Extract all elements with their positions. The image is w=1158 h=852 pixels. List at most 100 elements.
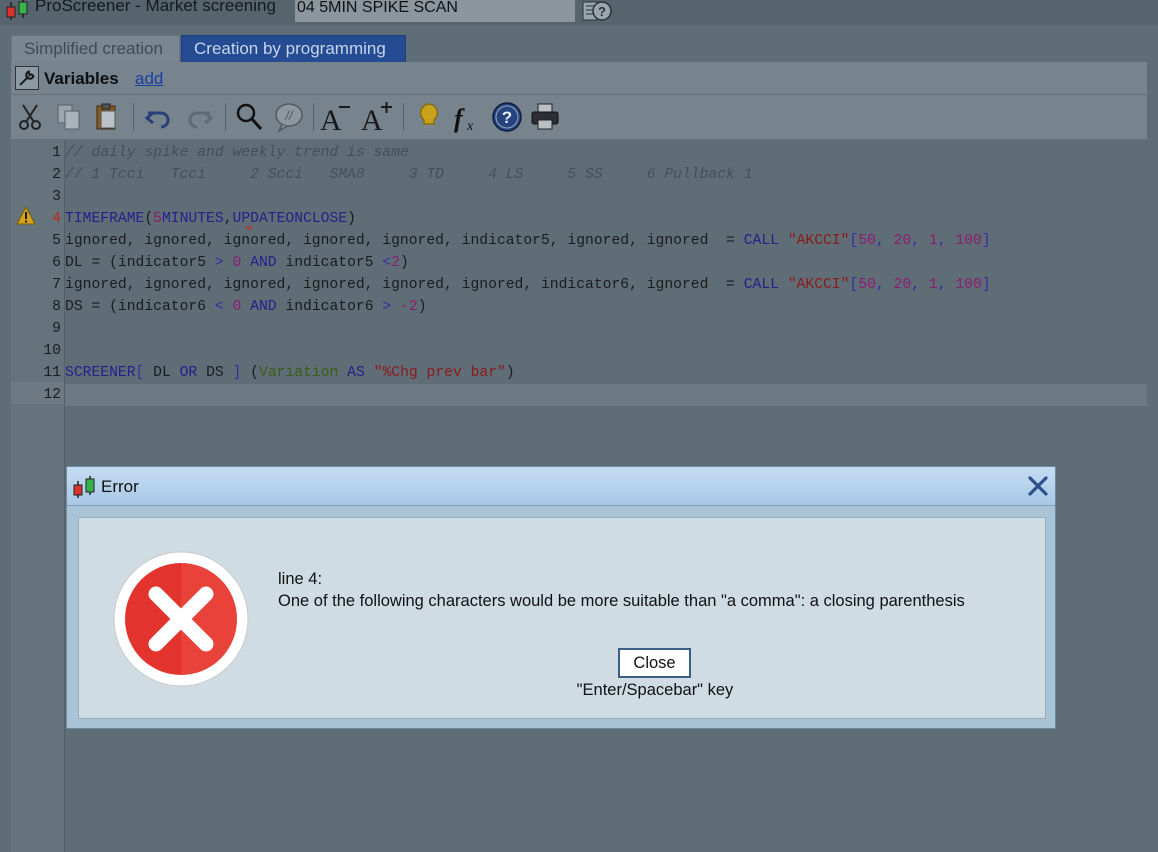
code-comment: // 1 Tcci Tcci 2 Scci SMA8 3 TD 4 LS 5 S… (65, 167, 753, 183)
variables-label: Variables (44, 69, 119, 88)
code-keyword: AND (250, 255, 277, 271)
code-text: ) (400, 255, 409, 271)
code-number: 20 (893, 277, 912, 293)
line-number: 8 (52, 299, 61, 315)
code-number: 0 (232, 255, 242, 271)
close-button[interactable]: Close (618, 648, 691, 678)
code-bracket: ] (981, 277, 991, 293)
code-number: -2 (400, 299, 418, 315)
code-string: "AKCCI" (787, 233, 850, 249)
code-number: 2 (391, 255, 401, 271)
code-number: 1 (928, 233, 938, 249)
lightbulb-icon[interactable] (413, 101, 445, 133)
code-number: 100 (955, 277, 982, 293)
svg-text:x: x (466, 119, 474, 133)
comment-icon[interactable]: // (273, 101, 305, 133)
copy-icon[interactable] (53, 101, 85, 133)
cut-icon[interactable] (15, 101, 47, 133)
window-title: ProScreener - Market screening (35, 0, 276, 15)
code-line[interactable] (65, 318, 1147, 340)
code-line[interactable]: DL = (indicator5 > 0 AND indicator5 <2) (65, 252, 1147, 274)
svg-text:?: ? (502, 108, 512, 127)
paste-icon[interactable] (91, 101, 123, 133)
line-number: 12 (43, 387, 61, 403)
code-operator: < (382, 255, 392, 271)
variables-bar: Variables add (11, 62, 1147, 95)
undo-icon[interactable] (143, 101, 175, 133)
line-number: 7 (52, 277, 61, 293)
decrease-font-icon[interactable]: A (319, 101, 351, 133)
help-icon[interactable]: ? (491, 101, 523, 133)
code-text: ignored, ignored, ignored, ignored, igno… (65, 277, 744, 293)
keyboard-hint: "Enter/Spacebar" key (576, 681, 734, 699)
code-operator: > (214, 255, 224, 271)
code-line-active[interactable] (65, 384, 1147, 406)
candlestick-logo-icon (73, 476, 95, 498)
code-text: ) (347, 211, 356, 227)
screen-name-input[interactable]: 04 5MIN SPIKE SCAN (295, 0, 575, 22)
search-icon[interactable] (233, 101, 265, 133)
warning-icon[interactable] (16, 206, 36, 226)
code-line[interactable]: SCREENER[ DL OR DS ] (Variation AS "%Chg… (65, 362, 1147, 384)
toolbar-separator (403, 103, 404, 131)
code-text: , (911, 277, 929, 293)
print-icon[interactable] (529, 101, 561, 133)
code-comment: // daily spike and weekly trend is same (65, 145, 409, 161)
code-line[interactable]: // 1 Tcci Tcci 2 Scci SMA8 3 TD 4 LS 5 S… (65, 164, 1147, 186)
code-line-error[interactable]: TIMEFRAME(5MINUTES,UPDATEONCLOSE) (65, 208, 1147, 230)
code-keyword: SCREENER (65, 365, 136, 381)
wrench-icon[interactable] (15, 66, 39, 90)
candlestick-logo-icon (6, 0, 28, 20)
code-text: DL (144, 365, 180, 381)
editor-toolbar: // A A f x ? (11, 95, 1147, 140)
code-number: 0 (232, 299, 242, 315)
toolbar-separator (313, 103, 314, 131)
code-bracket: ] (981, 233, 991, 249)
line-number: 3 (52, 189, 61, 205)
svg-text:?: ? (598, 4, 606, 19)
code-line[interactable]: ignored, ignored, ignored, ignored, igno… (65, 274, 1147, 296)
code-text: ) (417, 299, 427, 315)
code-number: 50 (858, 233, 876, 249)
code-text: ( (250, 365, 259, 381)
code-text: , (937, 277, 956, 293)
function-icon[interactable]: f x (451, 101, 483, 133)
tab-simplified-creation[interactable]: Simplified creation (11, 35, 180, 62)
code-text: DS (197, 365, 233, 381)
code-keyword: CALL (743, 277, 779, 293)
code-text: ignored, ignored, ignored, ignored, igno… (65, 233, 744, 249)
add-variable-link[interactable]: add (135, 69, 163, 89)
code-line[interactable]: ignored, ignored, ignored, ignored, igno… (65, 230, 1147, 252)
code-string: "%Chg prev bar" (373, 365, 506, 381)
code-number: 20 (893, 233, 912, 249)
code-operator: > (382, 299, 392, 315)
line-number: 11 (43, 365, 61, 381)
line-number: 1 (52, 145, 61, 161)
code-text: DL = (indicator5 (65, 255, 215, 271)
code-line[interactable] (65, 186, 1147, 208)
redo-icon[interactable] (183, 101, 215, 133)
code-bracket: [ (849, 233, 859, 249)
tab-creation-by-programming[interactable]: Creation by programming (181, 35, 406, 62)
code-keyword: OR (179, 365, 198, 381)
help-document-icon[interactable]: ? (582, 0, 612, 22)
code-line[interactable] (65, 340, 1147, 362)
toolbar-separator (133, 103, 134, 131)
code-line[interactable]: // daily spike and weekly trend is same (65, 142, 1147, 164)
code-number: 1 (928, 277, 938, 293)
increase-font-icon[interactable]: A (361, 101, 393, 133)
code-text: ) (505, 365, 515, 381)
toolbar-separator (225, 103, 226, 131)
code-text: , (875, 277, 894, 293)
dialog-titlebar[interactable]: Error (67, 467, 1055, 506)
close-icon[interactable] (1027, 475, 1049, 497)
code-line[interactable]: DS = (indicator6 < 0 AND indicator6 > -2… (65, 296, 1147, 318)
code-text: indicator6 (276, 299, 383, 315)
error-dialog: Error line 4: One of the following chara… (66, 466, 1056, 729)
line-number: 10 (43, 343, 61, 359)
